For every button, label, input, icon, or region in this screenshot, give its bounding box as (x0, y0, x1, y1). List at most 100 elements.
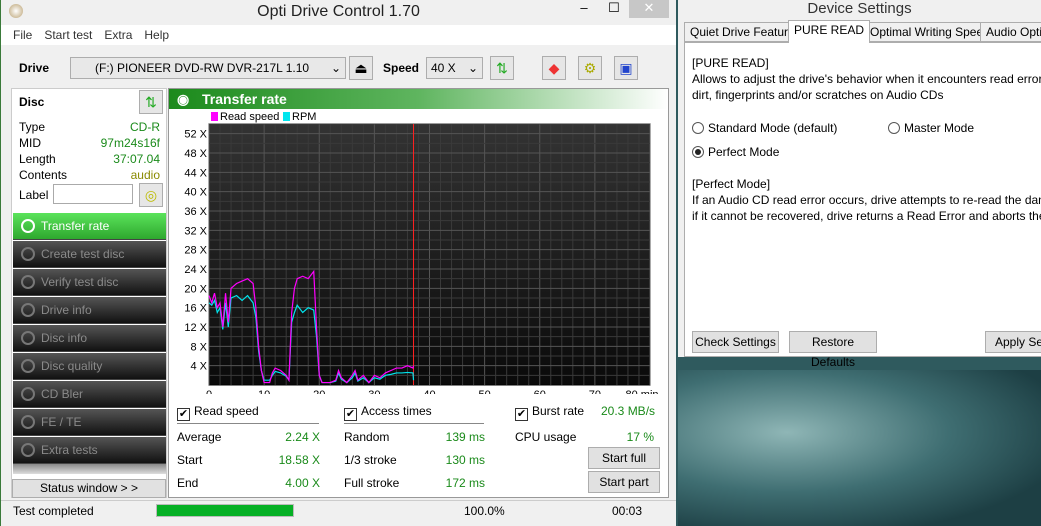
radio-standard-mode[interactable]: Standard Mode (default) (692, 120, 837, 136)
radio-perfect-mode[interactable]: Perfect Mode (692, 144, 779, 160)
checkbox-icon[interactable]: ✔ (515, 408, 528, 421)
menu-start-test[interactable]: Start test (44, 28, 92, 42)
nav-cd-bler[interactable]: CD Bler (13, 381, 166, 408)
maximize-button[interactable]: ☐ (599, 0, 629, 18)
field-label: Type (19, 120, 46, 134)
main-window: Opti Drive Control 1.70 – ☐ ✕ File Start … (0, 0, 676, 526)
disc-icon: ◉ (177, 91, 190, 107)
status-text: Test completed (13, 504, 94, 518)
radio-label: Perfect Mode (708, 145, 780, 159)
status-window-button[interactable]: Status window > > (12, 479, 166, 498)
disc-length: Length 37:07.04 (19, 152, 160, 168)
nav-drive-info[interactable]: Drive info (13, 297, 166, 324)
nav-extra-tests[interactable]: Extra tests (13, 437, 166, 464)
nav-disc-info[interactable]: Disc info (13, 325, 166, 352)
radio-master-mode[interactable]: Master Mode (888, 120, 974, 136)
burst-rate-toggle[interactable]: ✔ Burst rate (515, 404, 584, 421)
nav-verify-test-disc[interactable]: Verify test disc (13, 269, 166, 296)
pure-read-heading: [PURE READ] (692, 56, 769, 70)
panel-title: Transfer rate (202, 91, 287, 107)
radio-label: Standard Mode (default) (708, 121, 838, 135)
x-tick-label: 70 (589, 389, 601, 394)
start-full-button[interactable]: Start full (588, 447, 660, 469)
pure-read-description: Allows to adjust the drive's behavior wh… (692, 72, 1041, 86)
nav-fe-te[interactable]: FE / TE (13, 409, 166, 436)
radio-selected-icon[interactable] (692, 146, 704, 158)
refresh-button[interactable]: ⇅ (490, 56, 514, 80)
access-times-toggle[interactable]: ✔ Access times (344, 404, 484, 424)
apply-settings-button[interactable]: Apply Setti (985, 331, 1041, 353)
checkbox-icon[interactable]: ✔ (344, 408, 357, 421)
tab-optimal-writing-speed[interactable]: Optimal Writing Speed (864, 22, 996, 42)
third-stroke-label: 1/3 stroke (344, 453, 397, 467)
drive-select[interactable]: (F:) PIONEER DVD-RW DVR-217L 1.10 ⌄ (70, 57, 346, 79)
label-input[interactable] (53, 184, 133, 204)
burst-rate-value: 20.3 MB/s (601, 404, 656, 418)
menu-extra[interactable]: Extra (104, 28, 132, 42)
field-label: Length (19, 152, 56, 166)
random-label: Random (344, 430, 390, 444)
minimize-button[interactable]: – (569, 0, 599, 18)
tab-quiet-drive[interactable]: Quiet Drive Feature (684, 22, 801, 42)
cpu-usage-value: 17 % (626, 430, 654, 444)
y-tick-label: 48 X (184, 148, 207, 160)
y-tick-label: 28 X (184, 245, 207, 257)
nav-label: Extra tests (41, 443, 98, 457)
erase-button[interactable]: ◆ (542, 56, 566, 80)
nav-label: Verify test disc (41, 275, 119, 289)
nav-footer (13, 464, 166, 474)
x-tick-label: 20 (313, 389, 325, 394)
transfer-rate-chart: 4 X 8 X 12 X 16 X 20 X 24 X 28 X 32 X 36 X 40 X 44… (184, 111, 658, 394)
nav-label: Disc info (41, 331, 88, 345)
progress-fill (157, 505, 293, 516)
end-value: 4.00 X (285, 476, 320, 490)
elapsed-time: 00:03 (612, 504, 643, 518)
radio-icon[interactable] (692, 122, 704, 134)
speed-value: 40 X (431, 61, 456, 75)
menu-help[interactable]: Help (144, 28, 169, 42)
device-settings-title: Device Settings (807, 0, 912, 17)
disc-icon (21, 275, 35, 289)
read-speed-label: Read speed (194, 404, 259, 418)
x-tick-label: 30 (368, 389, 380, 394)
checkbox-icon[interactable]: ✔ (177, 408, 190, 421)
drive-value: (F:) PIONEER DVD-RW DVR-217L 1.10 (95, 61, 310, 75)
x-tick-label: 0 (206, 389, 212, 394)
legend-swatch (283, 112, 290, 121)
settings-button[interactable]: ⚙ (578, 56, 602, 80)
read-speed-toggle[interactable]: ✔ Read speed (177, 404, 319, 424)
tab-audio-optim[interactable]: Audio Optim (980, 22, 1041, 42)
save-button[interactable]: ▣ (614, 56, 638, 80)
pure-read-tab-content: [PURE READ] Allows to adjust the drive's… (684, 42, 1041, 357)
nav-label: Transfer rate (41, 219, 110, 233)
nav-label: FE / TE (41, 415, 82, 429)
x-tick-label: 50 (479, 389, 491, 394)
menu-file[interactable]: File (13, 28, 32, 42)
nav-label: Drive info (41, 303, 92, 317)
y-tick-label: 16 X (184, 303, 207, 315)
start-part-button[interactable]: Start part (588, 471, 660, 493)
close-button[interactable]: ✕ (629, 0, 669, 18)
disc-icon (21, 303, 35, 317)
y-tick-label: 44 X (184, 167, 207, 179)
disc-refresh-button[interactable]: ⇅ (139, 90, 163, 114)
nav-disc-quality[interactable]: Disc quality (13, 353, 166, 380)
disc-icon (21, 387, 35, 401)
start-value: 18.58 X (278, 453, 320, 467)
radio-icon[interactable] (888, 122, 900, 134)
eject-button[interactable]: ⏏ (349, 56, 373, 80)
device-settings-window: Device Settings Quiet Drive Feature PURE… (678, 0, 1041, 369)
check-settings-button[interactable]: Check Settings (692, 331, 779, 353)
cd-icon-button[interactable]: ◎ (139, 183, 163, 207)
tab-pure-read[interactable]: PURE READ (788, 20, 871, 43)
restore-defaults-button[interactable]: Restore Defaults (789, 331, 877, 369)
nav-create-test-disc[interactable]: Create test disc (13, 241, 166, 268)
menu-bar: File Start test Extra Help (1, 25, 676, 45)
cpu-usage-label: CPU usage (515, 430, 577, 444)
nav-label: CD Bler (41, 387, 84, 401)
disc-mid: MID 97m24s16f (19, 136, 160, 152)
y-tick-label: 12 X (184, 322, 207, 334)
speed-select[interactable]: 40 X ⌄ (426, 57, 483, 79)
nav-transfer-rate[interactable]: Transfer rate (13, 213, 166, 240)
disc-icon (21, 415, 35, 429)
